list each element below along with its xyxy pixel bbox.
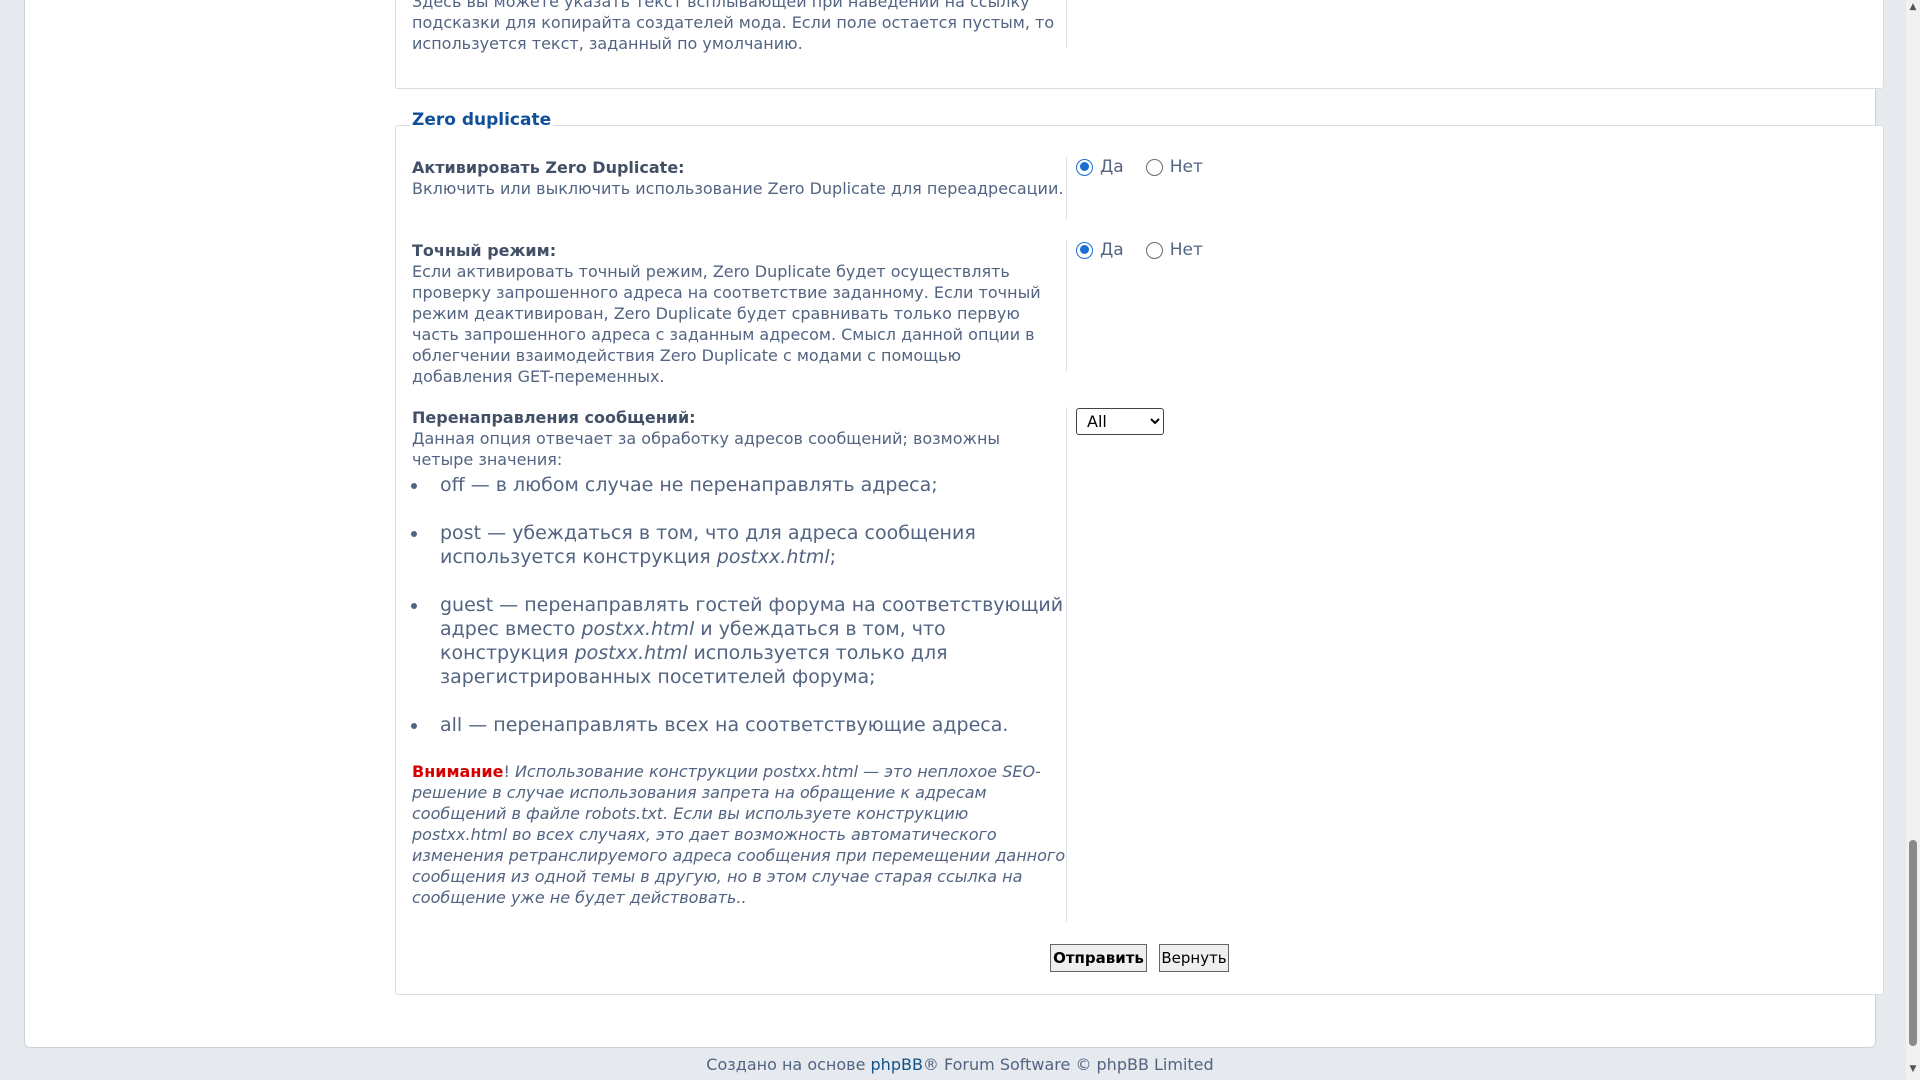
activate-label-cell: Активировать Zero Duplicate: Включить ил… (412, 157, 1067, 220)
vertical-scrollbar[interactable]: ▲ ▼ (1906, 0, 1920, 1080)
list-item: off — в любом случае не перенаправлять а… (429, 473, 1066, 497)
zero-duplicate-fieldset: Zero duplicate Активировать Zero Duplica… (395, 110, 1884, 995)
strict-yes-label[interactable]: Да (1100, 240, 1124, 260)
strict-radio-group: Да Нет (1076, 240, 1225, 260)
activate-yes-label[interactable]: Да (1100, 157, 1124, 177)
redirects-select[interactable]: All (1076, 408, 1164, 435)
strict-description: Если активировать точный режим, Zero Dup… (412, 262, 1041, 386)
strict-no-label[interactable]: Нет (1170, 240, 1203, 260)
fieldset-legend: Zero duplicate (410, 110, 554, 130)
strict-label: Точный режим: (412, 241, 557, 260)
scroll-up-icon[interactable]: ▲ (1908, 2, 1918, 12)
scrollbar-thumb[interactable] (1909, 840, 1917, 1046)
strict-no-radio[interactable] (1145, 241, 1163, 259)
activate-label: Активировать Zero Duplicate: (412, 158, 685, 177)
redirects-label-cell: Перенаправления сообщений: Данная опция … (412, 407, 1067, 922)
footer-suffix: ® Forum Software © phpBB Limited (922, 1055, 1214, 1074)
redirects-description: Данная опция отвечает за обработку адрес… (412, 429, 1001, 469)
activate-yes-radio[interactable] (1076, 158, 1093, 176)
copyright-tooltip-description: Здесь вы можете указать текст всплывающе… (412, 0, 1067, 53)
list-item: guest — перенаправлять гостей форума на … (429, 593, 1066, 689)
copyright-tooltip-text: Здесь вы можете указать текст всплывающе… (412, 0, 1055, 53)
activate-no-radio[interactable] (1145, 158, 1163, 176)
strict-label-cell: Точный режим: Если активировать точный р… (412, 240, 1067, 386)
scroll-down-icon[interactable]: ▼ (1908, 1064, 1918, 1074)
footer-prefix: Создано на основе (706, 1055, 871, 1074)
warning-word: Внимание (412, 762, 504, 781)
activate-radio-group: Да Нет (1076, 157, 1225, 177)
list-item: all — перенаправлять всех на соответству… (429, 713, 1066, 737)
list-item: post — убеждаться в том, что для адреса … (429, 521, 1066, 569)
top-fieldset: Здесь вы можете указать текст всплывающе… (395, 0, 1884, 89)
warning-note: Внимание! Использование конструкции post… (412, 761, 1066, 908)
strict-yes-radio[interactable] (1076, 241, 1093, 259)
activate-no-label[interactable]: Нет (1170, 157, 1203, 177)
content-panel: Здесь вы можете указать текст всплывающе… (24, 0, 1884, 1048)
page-footer: Создано на основе phpBB® Forum Software … (0, 1055, 1920, 1074)
reset-button[interactable]: Вернуть (1159, 944, 1229, 972)
redirects-options-list: off — в любом случае не перенаправлять а… (412, 473, 1066, 737)
submit-button[interactable]: Отправить (1050, 944, 1147, 972)
phpbb-link[interactable]: phpBB (871, 1055, 923, 1074)
warning-text: Использование конструкции postxx.html — … (412, 762, 1066, 907)
activate-description: Включить или выключить использование Zer… (412, 179, 1064, 198)
redirects-label: Перенаправления сообщений: (412, 408, 696, 427)
redirects-select-cell: All (1076, 408, 1164, 435)
